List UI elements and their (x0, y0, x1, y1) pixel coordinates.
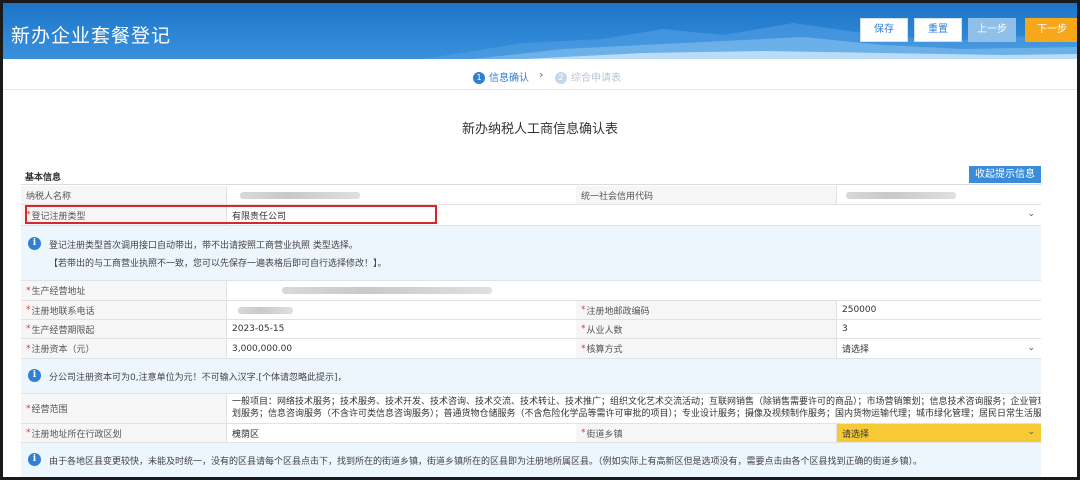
biz-scope-line1: 一般项目：网络技术服务；技术服务、技术开发、技术咨询、技术交流、技术转让、技术推… (232, 397, 1041, 407)
biz-scope-line2: 划服务；信息咨询服务（不含许可类信息咨询服务）；普通货物仓储服务（不含危险化学品… (232, 409, 1041, 419)
label-district: * 注册地址所在行政区划 (21, 424, 226, 442)
label-business-address: * 生产经营地址 (21, 281, 226, 300)
info-box-capital: i 分公司注册资本可为0,注意单位为元！不可输入汉字.[个体请忽略此提示]， (21, 359, 1041, 394)
app-header: 新办企业套餐登记 保存 重置 上一步 下一步 (3, 3, 1077, 59)
label-reg-capital: * 注册资本（元） (21, 339, 226, 358)
highlight-annotation-box (25, 205, 437, 224)
label-taxpayer-name: 纳税人名称 (21, 186, 226, 204)
step-1-icon: 1 (473, 72, 485, 84)
info-text-district: 由于各地区县变更较快，未能及时统一，没有的区县请每个区县点击下，找到所在的街道乡… (49, 457, 923, 467)
prev-step-button[interactable]: 上一步 (968, 18, 1016, 42)
field-employees[interactable]: 3 (836, 320, 1041, 338)
info-icon: i (28, 453, 41, 466)
field-district[interactable]: 槐荫区 (226, 424, 576, 442)
section-label: 基本信息 (25, 173, 62, 183)
field-reg-postcode[interactable]: 250000 (836, 301, 1041, 319)
chevron-down-icon: ⌄ (1027, 427, 1035, 437)
info-text-line2: 【若带出的与工商营业执照不一致，您可以先保存一遍表格后即可自行选择修改！】。 (49, 259, 387, 269)
form-title: 新办纳税人工商信息确认表 (461, 122, 618, 137)
step-separator: › (539, 68, 544, 81)
step-2-icon: 2 (555, 72, 567, 84)
app-title: 新办企业套餐登记 (11, 25, 172, 47)
field-taxpayer-name[interactable] (226, 186, 576, 204)
select-street[interactable]: 请选择 ⌄ (836, 424, 1041, 442)
field-reg-phone[interactable] (226, 301, 576, 319)
collapse-tips-button[interactable]: 收起提示信息 (969, 166, 1041, 183)
label-employees: * 从业人数 (576, 320, 836, 338)
step-info-confirm[interactable]: 1 信息确认 (473, 69, 529, 84)
label-accounting: * 核算方式 (576, 339, 836, 358)
label-credit-code: 统一社会信用代码 (576, 186, 836, 204)
row-phone-postcode: * 注册地联系电话 * 注册地邮政编码 250000 (21, 301, 1041, 320)
label-street: * 街道乡镇 (576, 424, 836, 442)
step-2-label: 综合申请表 (571, 73, 621, 84)
field-credit-code[interactable] (836, 186, 1041, 204)
field-reg-capital[interactable]: 3,000,000.00 (226, 339, 576, 358)
row-capital-accounting: * 注册资本（元） 3,000,000.00 * 核算方式 请选择 ⌄ (21, 339, 1041, 359)
row-taxpayer-name: 纳税人名称 统一社会信用代码 (21, 186, 1041, 205)
info-box-reg-type: i 登记注册类型首次调用接口自动带出，带不出请按照工商营业执照 类型选择。 【若… (21, 226, 1041, 281)
field-biz-start[interactable]: 2023-05-15 (226, 320, 576, 338)
info-icon: i (28, 237, 41, 250)
info-box-district: i 由于各地区县变更较快，未能及时统一，没有的区县请每个区县点击下，找到所在的街… (21, 443, 1041, 477)
info-text-capital: 分公司注册资本可为0,注意单位为元！不可输入汉字.[个体请忽略此提示]， (49, 373, 347, 383)
window: 新办企业套餐登记 保存 重置 上一步 下一步 1 信息确认 › 2 综合申请表 新办… (0, 0, 1080, 480)
reset-button[interactable]: 重置 (914, 18, 962, 42)
label-reg-phone: * 注册地联系电话 (21, 301, 226, 319)
chevron-down-icon: ⌄ (1027, 342, 1035, 353)
field-business-address[interactable] (226, 281, 1041, 300)
save-button[interactable]: 保存 (860, 18, 908, 42)
row-start-employees: * 生产经营期限起 2023-05-15 * 从业人数 3 (21, 320, 1041, 339)
info-icon: i (28, 369, 41, 382)
label-biz-start: * 生产经营期限起 (21, 320, 226, 338)
step-application-form[interactable]: 2 综合申请表 (555, 69, 621, 84)
label-reg-postcode: * 注册地邮政编码 (576, 301, 836, 319)
row-district-street: * 注册地址所在行政区划 槐荫区 * 街道乡镇 请选择 ⌄ (21, 424, 1041, 443)
label-biz-scope: * 经营范围 (21, 394, 226, 423)
section-basic-info: 基本信息 收起提示信息 (21, 166, 1041, 185)
next-step-button[interactable]: 下一步 (1025, 18, 1077, 42)
row-biz-scope: * 经营范围 一般项目：网络技术服务；技术服务、技术开发、技术咨询、技术交流、技术… (21, 394, 1041, 424)
chevron-down-icon: ⌄ (1027, 209, 1035, 219)
field-biz-scope[interactable]: 一般项目：网络技术服务；技术服务、技术开发、技术咨询、技术交流、技术转让、技术推… (226, 394, 1041, 423)
step-1-label: 信息确认 (489, 73, 529, 84)
select-accounting[interactable]: 请选择 ⌄ (836, 339, 1041, 358)
info-text-line1: 登记注册类型首次调用接口自动带出，带不出请按照工商营业执照 类型选择。 (49, 241, 358, 251)
row-business-address: * 生产经营地址 (21, 281, 1041, 301)
step-indicator: 1 信息确认 › 2 综合申请表 (3, 63, 1077, 90)
